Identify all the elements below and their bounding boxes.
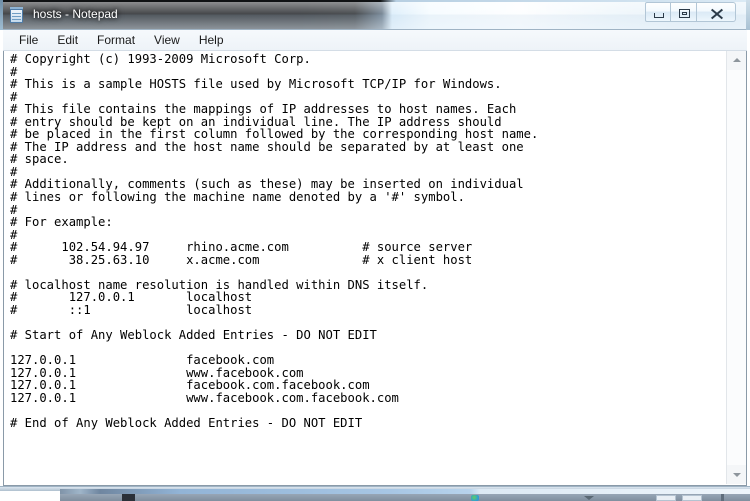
document-text[interactable]: # Copyright (c) 1993-2009 Microsoft Corp… xyxy=(10,53,726,429)
screen: hosts - Notepad File Edit Format View He… xyxy=(0,0,750,501)
background-window-minimize-button[interactable] xyxy=(656,495,676,501)
chevron-down-icon[interactable] xyxy=(584,496,594,500)
close-button[interactable] xyxy=(697,2,736,22)
title-bar[interactable]: hosts - Notepad xyxy=(0,0,750,30)
title-bar-right-edge xyxy=(746,0,750,30)
scrollbar-track[interactable] xyxy=(727,70,746,465)
menu-bar: File Edit Format View Help xyxy=(3,30,747,51)
notepad-icon-spiral xyxy=(10,7,23,10)
scroll-up-arrow-icon xyxy=(733,58,741,62)
menu-item-format[interactable]: Format xyxy=(88,31,144,50)
notepad-document-icon[interactable] xyxy=(9,7,25,24)
menu-item-file[interactable]: File xyxy=(10,31,47,50)
maximize-button[interactable] xyxy=(671,2,697,22)
title-bar-top-edge xyxy=(0,0,750,2)
menu-item-view[interactable]: View xyxy=(145,31,189,50)
background-window[interactable] xyxy=(60,489,750,501)
minimize-button[interactable] xyxy=(645,2,671,22)
minimize-icon xyxy=(654,13,664,18)
notepad-window: hosts - Notepad File Edit Format View He… xyxy=(0,0,750,491)
globe-icon xyxy=(471,495,479,501)
text-editor[interactable]: # Copyright (c) 1993-2009 Microsoft Corp… xyxy=(4,51,726,484)
vertical-scrollbar[interactable] xyxy=(726,51,746,484)
menu-item-help[interactable]: Help xyxy=(190,31,233,50)
notepad-icon-line xyxy=(12,13,21,14)
menu-item-edit[interactable]: Edit xyxy=(48,31,87,50)
title-bar-left-edge xyxy=(0,0,3,30)
notepad-icon-line xyxy=(12,19,21,20)
notepad-icon-line xyxy=(12,16,21,17)
scroll-down-arrow-icon xyxy=(733,473,741,477)
background-window-maximize-button[interactable] xyxy=(682,495,702,501)
scroll-down-button[interactable] xyxy=(727,465,746,484)
background-window-content-block xyxy=(122,494,135,501)
background-window-body xyxy=(60,494,750,501)
client-area: # Copyright (c) 1993-2009 Microsoft Corp… xyxy=(3,51,747,486)
window-title: hosts - Notepad xyxy=(33,7,118,21)
scroll-up-button[interactable] xyxy=(727,51,746,70)
maximize-icon xyxy=(679,9,690,18)
close-icon xyxy=(710,8,724,20)
background-window-separator xyxy=(721,494,724,501)
